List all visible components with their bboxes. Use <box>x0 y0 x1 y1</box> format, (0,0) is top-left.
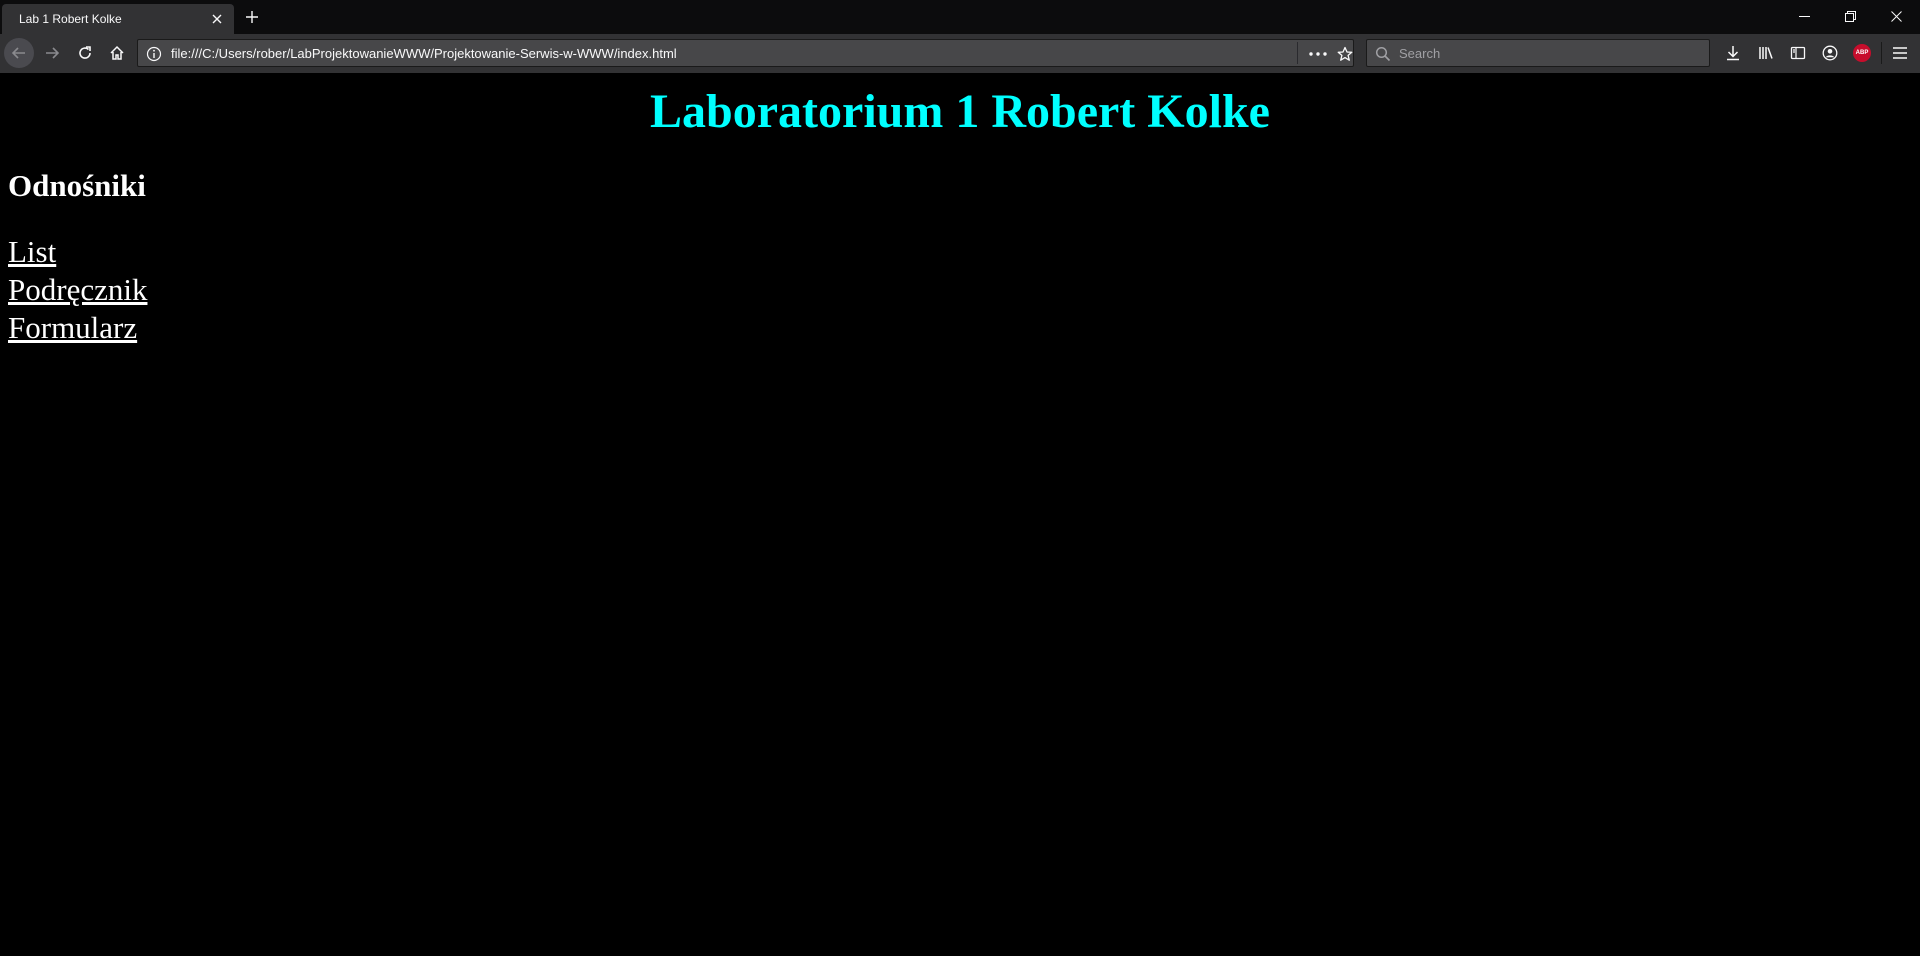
page-title: Laboratorium 1 Robert Kolke <box>650 85 1270 138</box>
adblock-icon[interactable]: ABP <box>1848 39 1876 67</box>
home-icon[interactable] <box>103 39 131 67</box>
menu-icon[interactable] <box>1886 39 1914 67</box>
back-icon[interactable] <box>4 38 34 68</box>
url-divider <box>1297 42 1298 64</box>
link-list[interactable]: List <box>8 233 147 271</box>
tab-strip: Lab 1 Robert Kolke <box>0 0 1920 34</box>
plus-icon[interactable] <box>240 4 264 30</box>
toolbar-divider <box>1881 42 1882 64</box>
restore-icon[interactable] <box>1827 0 1873 32</box>
download-icon[interactable] <box>1719 39 1747 67</box>
url-bar[interactable]: file:///C:/Users/rober/LabProjektowanieW… <box>137 39 1354 67</box>
search-icon <box>1375 46 1391 62</box>
account-icon[interactable] <box>1816 39 1844 67</box>
search-bar[interactable] <box>1366 39 1710 67</box>
links-list: List Podręcznik Formularz <box>8 233 147 347</box>
tab-title: Lab 1 Robert Kolke <box>19 12 122 26</box>
search-input[interactable] <box>1399 43 1699 63</box>
url-text[interactable]: file:///C:/Users/rober/LabProjektowanieW… <box>171 46 677 61</box>
nav-bar: file:///C:/Users/rober/LabProjektowanieW… <box>0 34 1920 73</box>
links-heading: Odnośniki <box>8 168 146 203</box>
library-icon[interactable] <box>1752 39 1780 67</box>
tab-active[interactable]: Lab 1 Robert Kolke <box>2 4 234 34</box>
sidebar-icon[interactable] <box>1784 39 1812 67</box>
link-podrecznik[interactable]: Podręcznik <box>8 271 147 309</box>
star-icon[interactable] <box>1334 43 1356 65</box>
adblock-badge: ABP <box>1853 44 1871 62</box>
close-icon[interactable] <box>204 6 230 32</box>
info-icon[interactable] <box>146 46 162 62</box>
window-close-icon[interactable] <box>1873 0 1919 32</box>
forward-icon[interactable] <box>38 39 66 67</box>
page-content: Laboratorium 1 Robert Kolke Odnośniki Li… <box>0 73 1920 956</box>
minimize-icon[interactable] <box>1781 0 1827 32</box>
reload-icon[interactable] <box>71 39 99 67</box>
link-formularz[interactable]: Formularz <box>8 309 147 347</box>
browser-chrome: Lab 1 Robert Kolke file:///C:/Users/robe… <box>0 0 1920 73</box>
more-icon[interactable] <box>1306 44 1330 64</box>
